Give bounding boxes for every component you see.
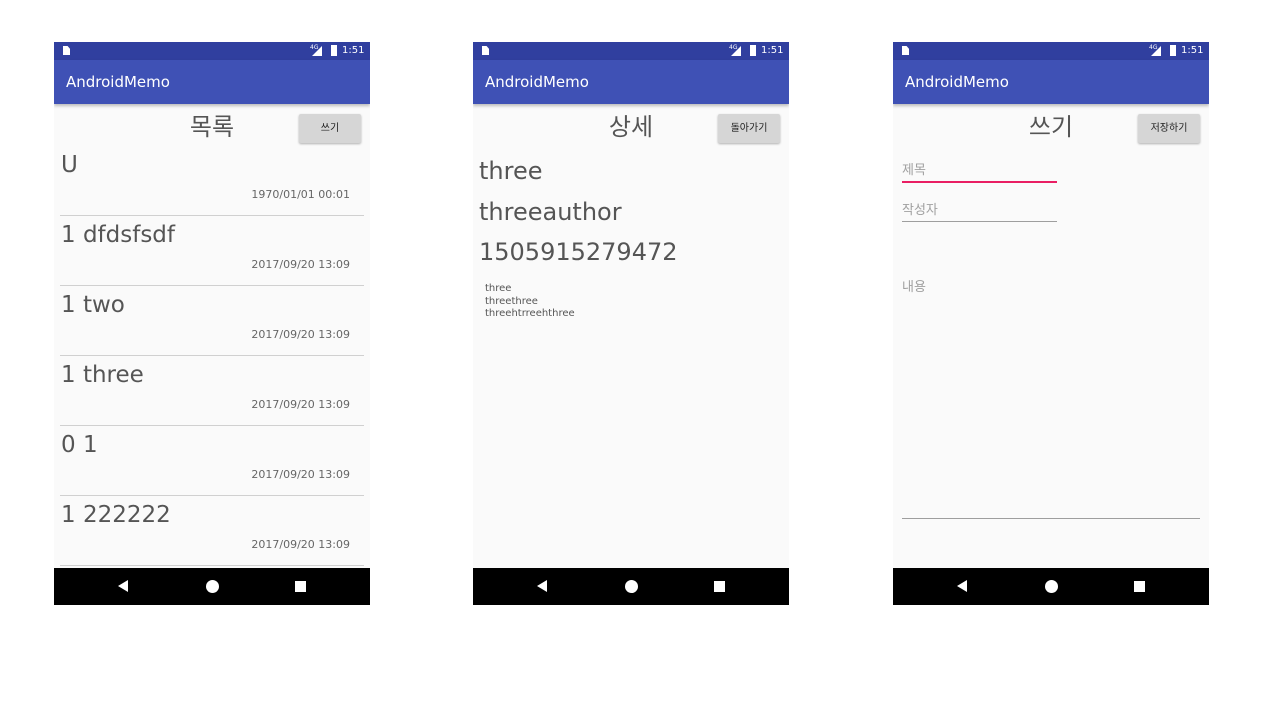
content-field[interactable] [902,276,1200,519]
memo-content: three threethree threehtrreehthree [485,283,575,321]
sim-card-icon [902,46,909,55]
app-bar: AndroidMemo [473,60,789,104]
item-title: 0 1 [61,432,98,458]
author-field[interactable] [902,199,1057,222]
item-date: 2017/09/20 13:09 [251,398,350,411]
item-date: 1970/01/01 00:01 [251,188,350,201]
status-bar: 4G 1:51 [473,42,789,60]
item-date: 2017/09/20 13:09 [251,468,350,481]
recent-apps-icon[interactable] [714,581,725,592]
recent-apps-icon[interactable] [1134,581,1145,592]
status-time: 1:51 [342,45,365,56]
app-title: AndroidMemo [66,73,170,91]
sim-card-icon [482,46,489,55]
list-item[interactable]: 1 two 2017/09/20 13:09 [60,286,364,356]
navigation-bar [893,568,1209,605]
status-bar: 4G 1:51 [893,42,1209,60]
app-bar: AndroidMemo [893,60,1209,104]
item-title: 1 two [61,292,125,318]
signal-icon [312,46,322,56]
navigation-bar [54,568,370,605]
item-date: 2017/09/20 13:09 [251,538,350,551]
item-date: 2017/09/20 13:09 [251,258,350,271]
status-time: 1:51 [761,45,784,56]
item-title: 1 222222 [61,502,171,528]
battery-charging-icon [750,45,756,56]
signal-icon [1151,46,1161,56]
memo-author: threeauthor [479,198,622,226]
list-item[interactable]: 1 three 2017/09/20 13:09 [60,356,364,426]
status-time: 1:51 [1181,45,1204,56]
battery-charging-icon [331,45,337,56]
home-icon[interactable] [625,580,638,593]
status-bar: 4G 1:51 [54,42,370,60]
list-item[interactable]: U 1970/01/01 00:01 [60,146,364,216]
detail-screen-phone: 4G 1:51 AndroidMemo 상세 돌아가기 three threea… [473,42,789,605]
list-item[interactable]: 0 1 2017/09/20 13:09 [60,426,364,496]
home-icon[interactable] [1045,580,1058,593]
item-date: 2017/09/20 13:09 [251,328,350,341]
content-line: three [485,283,512,294]
item-title: U [61,152,78,178]
memo-title: three [479,157,543,185]
signal-icon [731,46,741,56]
app-title: AndroidMemo [905,73,1009,91]
app-title: AndroidMemo [485,73,589,91]
memo-timestamp: 1505915279472 [479,238,678,266]
back-icon[interactable] [537,580,547,592]
home-icon[interactable] [206,580,219,593]
navigation-bar [473,568,789,605]
item-title: 1 dfdsfsdf [61,222,176,248]
recent-apps-icon[interactable] [295,581,306,592]
content-line: threehtrreehthree [485,308,575,319]
back-icon[interactable] [118,580,128,592]
list-screen-phone: 4G 1:51 AndroidMemo 목록 쓰기 U 1970/01/01 0… [54,42,370,605]
list-item[interactable]: 1 222222 2017/09/20 13:09 [60,496,364,566]
write-screen-phone: 4G 1:51 AndroidMemo 쓰기 저장하기 [893,42,1209,605]
sim-card-icon [63,46,70,55]
list-item[interactable]: 1 dfdsfsdf 2017/09/20 13:09 [60,216,364,286]
item-title: 1 three [61,362,144,388]
back-button[interactable]: 돌아가기 [718,114,780,143]
back-icon[interactable] [957,580,967,592]
content-line: threethree [485,295,538,307]
title-field[interactable] [902,159,1057,183]
write-button[interactable]: 쓰기 [299,114,361,143]
save-button[interactable]: 저장하기 [1138,114,1200,143]
app-bar: AndroidMemo [54,60,370,104]
battery-charging-icon [1170,45,1176,56]
